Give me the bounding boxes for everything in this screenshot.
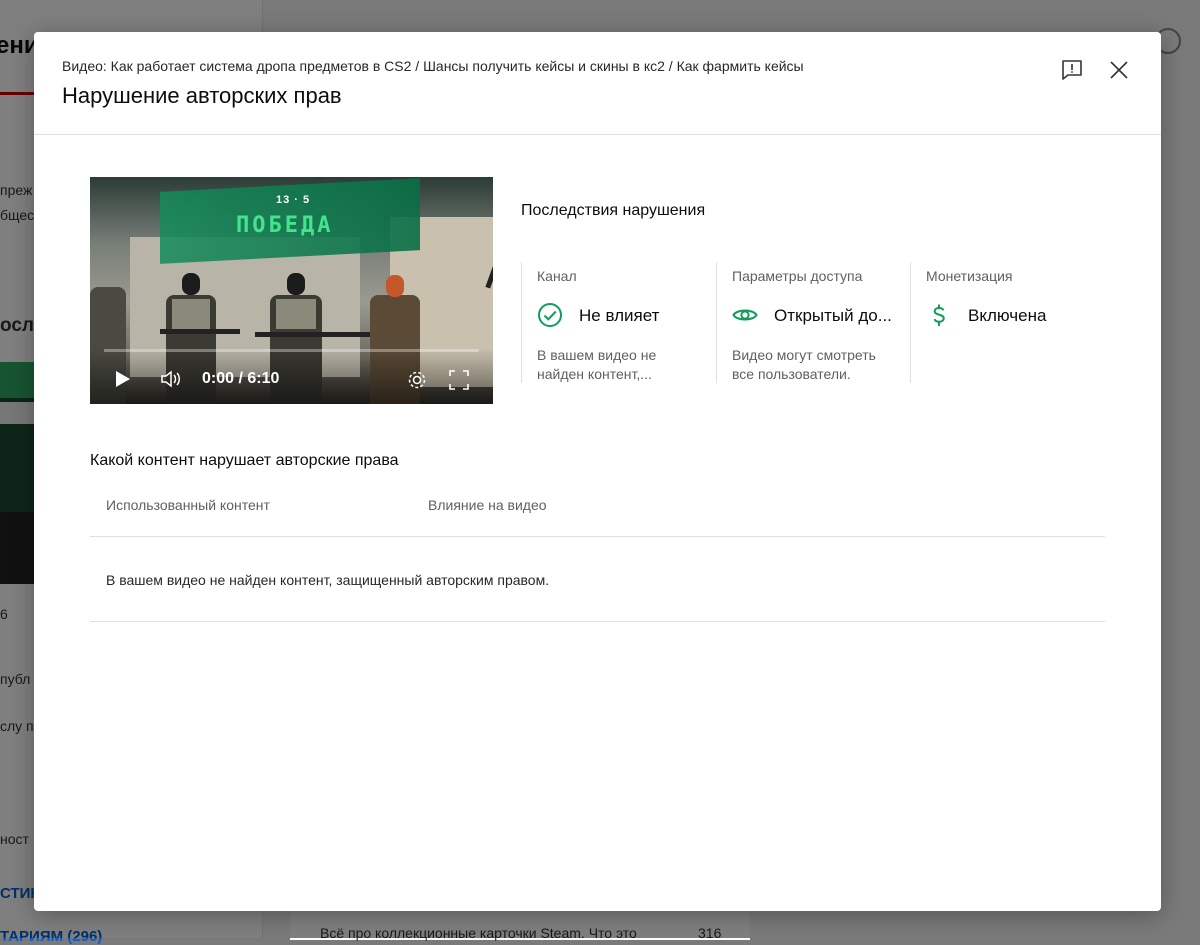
column-heading: Монетизация <box>926 268 1013 284</box>
monetization-column: Монетизация Включена <box>910 262 1091 383</box>
dialog-title: Нарушение авторских прав <box>62 83 342 108</box>
settings-icon[interactable] <box>406 369 428 391</box>
column-value: Включена <box>968 306 1047 325</box>
feedback-button[interactable] <box>1060 58 1084 82</box>
column-heading: Параметры доступа <box>732 268 863 284</box>
table-header-impact: Влияние на видео <box>428 497 547 513</box>
dialog-header: Видео: Как работает система дропа предме… <box>34 32 1161 135</box>
table-header-content: Использованный контент <box>106 497 270 513</box>
column-heading: Канал <box>537 268 577 284</box>
channel-column: Канал Не влияет В вашем видео не найден … <box>521 262 702 383</box>
table-divider <box>90 621 1105 622</box>
close-icon <box>1110 61 1128 79</box>
copyright-dialog: Видео: Как работает система дропа предме… <box>34 32 1161 911</box>
video-victory-text: ПОБЕДА <box>236 213 334 238</box>
play-icon[interactable] <box>114 369 132 389</box>
video-controls <box>90 348 493 404</box>
video-label: Видео: Как работает система дропа предме… <box>62 58 804 74</box>
video-progress-bar[interactable] <box>104 349 479 352</box>
eye-icon <box>732 309 758 321</box>
volume-icon[interactable] <box>160 369 184 389</box>
dollar-icon <box>933 304 945 326</box>
video-score: 13 · 5 <box>276 194 311 206</box>
consequences-title: Последствия нарушения <box>521 202 706 219</box>
column-description: Видео могут смотреть все пользователи. <box>732 347 876 382</box>
access-column: Параметры доступа Открытый до... Видео м… <box>716 262 897 383</box>
video-player[interactable]: 13 · 5 ПОБЕДА 0:00 / 6:10 <box>90 177 493 404</box>
check-circle-icon <box>538 303 562 327</box>
table-empty-message: В вашем видео не найден контент, защищен… <box>106 572 550 588</box>
column-value: Открытый до... <box>774 306 892 325</box>
video-time: 0:00 / 6:10 <box>202 370 280 387</box>
column-value: Не влияет <box>579 306 660 325</box>
close-button[interactable] <box>1107 58 1131 82</box>
content-section-title: Какой контент нарушает авторские права <box>90 452 399 469</box>
column-description: В вашем видео не найден контент,... <box>537 347 657 382</box>
feedback-icon <box>1062 60 1082 80</box>
table-divider <box>90 536 1105 537</box>
fullscreen-icon[interactable] <box>448 369 470 391</box>
